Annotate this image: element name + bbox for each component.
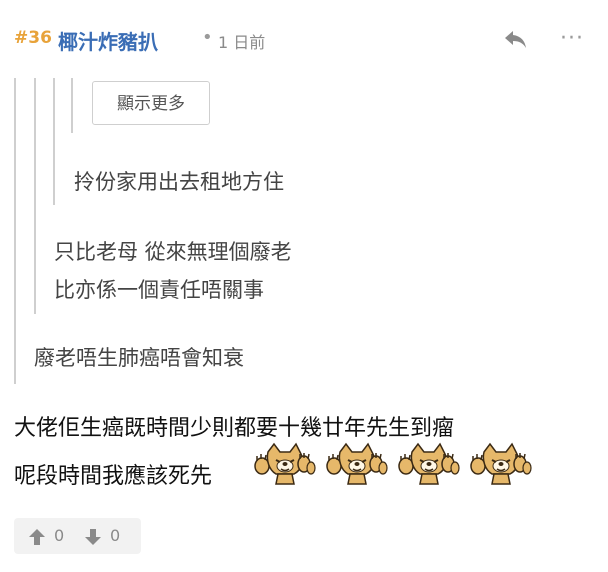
- quote-text-level3: 拎份家用出去租地方住: [74, 170, 284, 194]
- quote-bar: [14, 78, 16, 384]
- downvote-count: 0: [110, 526, 121, 545]
- post-number: #36: [14, 28, 52, 48]
- quote-bar: [53, 78, 55, 205]
- show-more-button[interactable]: 顯示更多: [92, 81, 210, 125]
- post-body-line2: 呢段時間我應該死先: [14, 464, 213, 489]
- dog-clapping-icon: [470, 442, 532, 488]
- quote-bar: [71, 78, 73, 133]
- more-options-icon[interactable]: ···: [560, 26, 584, 51]
- upvote-count: 0: [54, 526, 65, 545]
- vote-bar: 0 0: [14, 518, 141, 554]
- dog-clapping-icon: [254, 442, 316, 488]
- quote-bar: [34, 78, 36, 314]
- quote-text-level2-line2: 比亦係一個責任唔關事: [54, 278, 264, 302]
- post-body-line1: 大佬佢生癌既時間少則都要十幾廿年先生到瘤: [14, 416, 455, 441]
- arrow-up-icon: [29, 529, 45, 545]
- post-time: 1 日前: [218, 33, 266, 52]
- emoji-row: [254, 442, 542, 492]
- username-link[interactable]: 椰汁炸豬扒: [58, 26, 158, 55]
- dog-clapping-icon: [326, 442, 388, 488]
- dog-clapping-icon: [398, 442, 460, 488]
- arrow-down-icon: [85, 529, 101, 545]
- upvote-button[interactable]: 0: [28, 518, 78, 554]
- separator: •: [202, 27, 213, 48]
- quote-text-level2-line1: 只比老母 從來無理個廢老: [54, 240, 292, 264]
- post-header: #36 椰汁炸豬扒 • 1 日前 ···: [14, 22, 594, 54]
- reply-icon[interactable]: [502, 28, 528, 50]
- downvote-button[interactable]: 0: [84, 518, 134, 554]
- quote-text-level1: 廢老唔生肺癌唔會知衰: [34, 346, 244, 370]
